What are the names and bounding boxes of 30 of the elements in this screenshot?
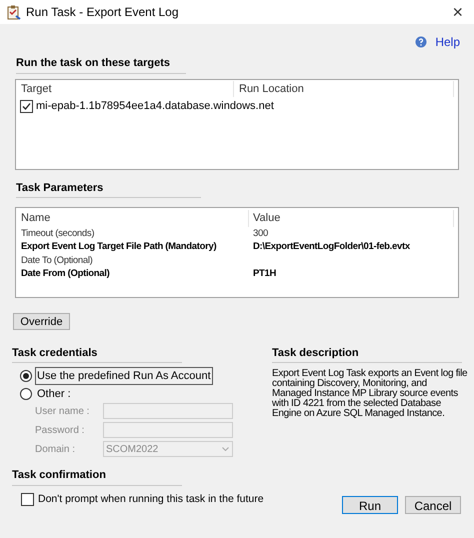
close-button[interactable]: ×	[448, 3, 467, 21]
field-label: Domain :	[35, 442, 76, 456]
description-text: Export Event Log Task exports an Event log file containing Discovery, Monitoring, and Managed Instance MP Library source events with ID 4221 from the selected Database Engine on Azure SQL Managed Instance.	[272, 369, 468, 419]
section-heading: Task description	[272, 346, 359, 358]
dialog-button[interactable]: Cancel	[405, 496, 461, 514]
parameter-value: 300	[252, 226, 268, 241]
section-heading: Run the task on these targets	[16, 57, 170, 69]
parameter-name: Date From (Optional)	[20, 267, 110, 282]
checkbox-label: Don't prompt when running this task in the future	[38, 492, 264, 506]
parameter-name: Export Event Log Target File Path (Mandatory)	[20, 240, 218, 254]
column-header: Name	[16, 210, 249, 227]
column-header: Target	[16, 80, 234, 98]
target-name: mi-epab-1.1b78954ee1a4.database.windows.net	[36, 99, 274, 114]
radio-label: Other :	[36, 386, 72, 402]
help-link[interactable]: Help	[435, 33, 460, 51]
section-heading: Task confirmation	[12, 469, 106, 481]
window-title: Run Task - Export Event Log	[26, 4, 180, 21]
field-label: Password :	[35, 424, 86, 438]
dialog-button[interactable]: Run	[342, 496, 398, 514]
section-heading: Task credentials	[12, 346, 98, 358]
parameter-value: PT1H	[252, 267, 276, 282]
parameter-value: D:\ExportEventLogFolder\01-feb.evtx	[252, 240, 410, 254]
parameter-name: Date To (Optional)	[20, 254, 94, 268]
column-header: Value	[249, 210, 454, 227]
radio-label: Use the predefined Run As Account	[35, 366, 213, 386]
section-heading: Task Parameters	[16, 182, 104, 194]
override-button[interactable]: Override	[13, 313, 70, 330]
column-header: Run Location	[234, 80, 454, 98]
parameter-name: Timeout (seconds)	[20, 226, 96, 241]
field-label: User name :	[35, 404, 90, 418]
